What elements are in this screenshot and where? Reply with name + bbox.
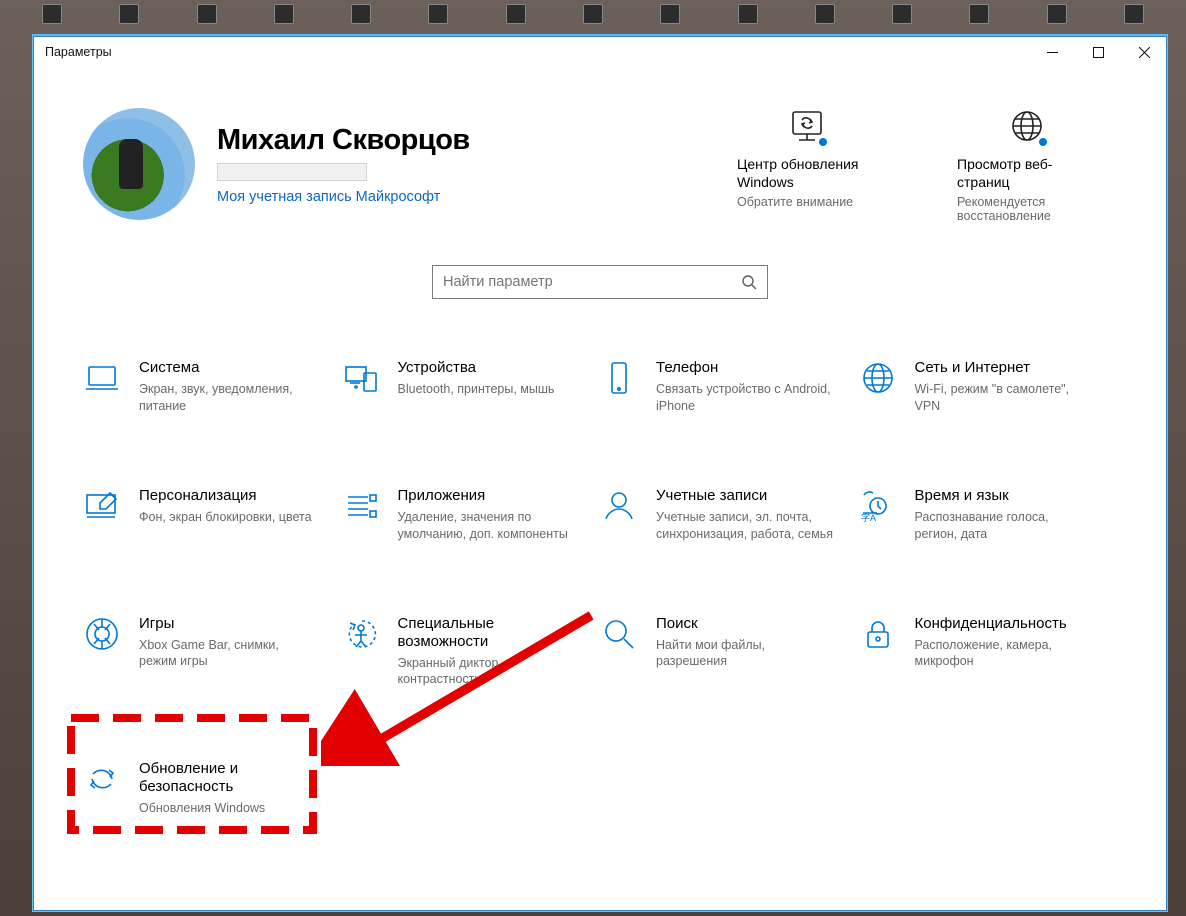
phone-icon <box>600 359 638 397</box>
quick-tile-sub: Рекомендуется восстановление <box>957 195 1097 223</box>
tile-sub: Bluetooth, принтеры, мышь <box>398 381 555 398</box>
quick-tile-title: Центр обновления Windows <box>737 156 877 191</box>
tile-sub: Экран, звук, уведомления, питание <box>139 381 318 415</box>
microsoft-account-link[interactable]: Моя учетная запись Майкрософт <box>217 189 470 205</box>
devices-icon <box>342 359 380 397</box>
quick-tile-sub: Обратите внимание <box>737 195 877 209</box>
svg-text:字A: 字A <box>861 512 876 523</box>
settings-tile-apps[interactable]: Приложения Удаление, значения по умолчани… <box>342 487 601 543</box>
quick-tile-title: Просмотр веб-страниц <box>957 156 1097 191</box>
update-icon <box>83 760 121 798</box>
time-lang-icon: 字A <box>859 487 897 525</box>
window-title: Параметры <box>45 45 112 59</box>
tile-sub: Учетные записи, эл. почта, синхронизация… <box>656 509 835 543</box>
tile-title: Устройства <box>398 359 555 377</box>
quick-tile-browsing[interactable]: Просмотр веб-страниц Рекомендуется восст… <box>957 108 1097 223</box>
tile-sub: Экранный диктор, контрастность <box>398 655 577 689</box>
settings-grid: Система Экран, звук, уведомления, питание… <box>83 359 1117 817</box>
tile-sub: Фон, экран блокировки, цвета <box>139 509 312 526</box>
tile-title: Игры <box>139 615 318 633</box>
network-icon <box>859 359 897 397</box>
settings-tile-gaming[interactable]: Игры Xbox Game Bar, снимки, режим игры <box>83 615 342 689</box>
profile-block: Михаил Скворцов Моя учетная запись Майкр… <box>83 108 737 220</box>
search-box[interactable] <box>432 265 768 299</box>
apps-icon <box>342 487 380 525</box>
tile-title: Телефон <box>656 359 835 377</box>
maximize-button[interactable] <box>1075 36 1121 68</box>
tile-sub: Связать устройство с Android, iPhone <box>656 381 835 415</box>
settings-tile-personalize[interactable]: Персонализация Фон, экран блокировки, цве… <box>83 487 342 543</box>
tile-sub: Wi-Fi, режим "в самолете", VPN <box>915 381 1094 415</box>
sync-monitor-icon <box>789 108 825 144</box>
tile-title: Приложения <box>398 487 577 505</box>
quick-tiles: Центр обновления Windows Обратите вниман… <box>737 108 1097 223</box>
tile-sub: Расположение, камера, микрофон <box>915 637 1094 671</box>
ease-icon <box>342 615 380 653</box>
quick-tile-windows-update[interactable]: Центр обновления Windows Обратите вниман… <box>737 108 877 223</box>
settings-tile-privacy[interactable]: Конфиденциальность Расположение, камера, … <box>859 615 1118 689</box>
settings-tile-network[interactable]: Сеть и Интернет Wi-Fi, режим "в самолете"… <box>859 359 1118 415</box>
tile-title: Конфиденциальность <box>915 615 1094 633</box>
tile-title: Персонализация <box>139 487 312 505</box>
privacy-icon <box>859 615 897 653</box>
avatar[interactable] <box>83 108 195 220</box>
tile-title: Специальные возможности <box>398 615 577 651</box>
profile-email-redacted <box>217 163 367 181</box>
window-controls <box>1029 36 1167 68</box>
desktop-icons-row <box>0 4 1186 28</box>
tile-sub: Распознавание голоса, регион, дата <box>915 509 1094 543</box>
tile-title: Система <box>139 359 318 377</box>
tile-title: Поиск <box>656 615 835 633</box>
tile-sub: Найти мои файлы, разрешения <box>656 637 835 671</box>
tile-sub: Xbox Game Bar, снимки, режим игры <box>139 637 318 671</box>
close-button[interactable] <box>1121 36 1167 68</box>
globe-icon <box>1009 108 1045 144</box>
settings-tile-phone[interactable]: Телефон Связать устройство с Android, iPh… <box>600 359 859 415</box>
settings-tile-accounts[interactable]: Учетные записи Учетные записи, эл. почта,… <box>600 487 859 543</box>
settings-window: Параметры Михаил Скворцов Моя учетная за… <box>32 34 1168 912</box>
settings-tile-time-lang[interactable]: 字A Время и язык Распознавание голоса, реги… <box>859 487 1118 543</box>
settings-tile-ease[interactable]: Специальные возможности Экранный диктор, … <box>342 615 601 689</box>
window-titlebar: Параметры <box>33 36 1167 68</box>
profile-name: Михаил Скворцов <box>217 124 470 157</box>
search-tile-icon <box>600 615 638 653</box>
settings-tile-devices[interactable]: Устройства Bluetooth, принтеры, мышь <box>342 359 601 415</box>
status-dot-icon <box>1037 136 1049 148</box>
tile-title: Учетные записи <box>656 487 835 505</box>
tile-sub: Обновления Windows <box>139 800 318 817</box>
laptop-icon <box>83 359 121 397</box>
gaming-icon <box>83 615 121 653</box>
settings-tile-laptop[interactable]: Система Экран, звук, уведомления, питание <box>83 359 342 415</box>
search-icon <box>741 274 757 290</box>
tile-title: Обновление и безопасность <box>139 760 318 796</box>
personalize-icon <box>83 487 121 525</box>
accounts-icon <box>600 487 638 525</box>
tile-title: Сеть и Интернет <box>915 359 1094 377</box>
tile-title: Время и язык <box>915 487 1094 505</box>
minimize-button[interactable] <box>1029 36 1075 68</box>
settings-tile-search-tile[interactable]: Поиск Найти мои файлы, разрешения <box>600 615 859 689</box>
settings-tile-update[interactable]: Обновление и безопасность Обновления Wind… <box>83 760 342 817</box>
tile-sub: Удаление, значения по умолчанию, доп. ко… <box>398 509 577 543</box>
search-input[interactable] <box>443 274 741 290</box>
status-dot-icon <box>817 136 829 148</box>
